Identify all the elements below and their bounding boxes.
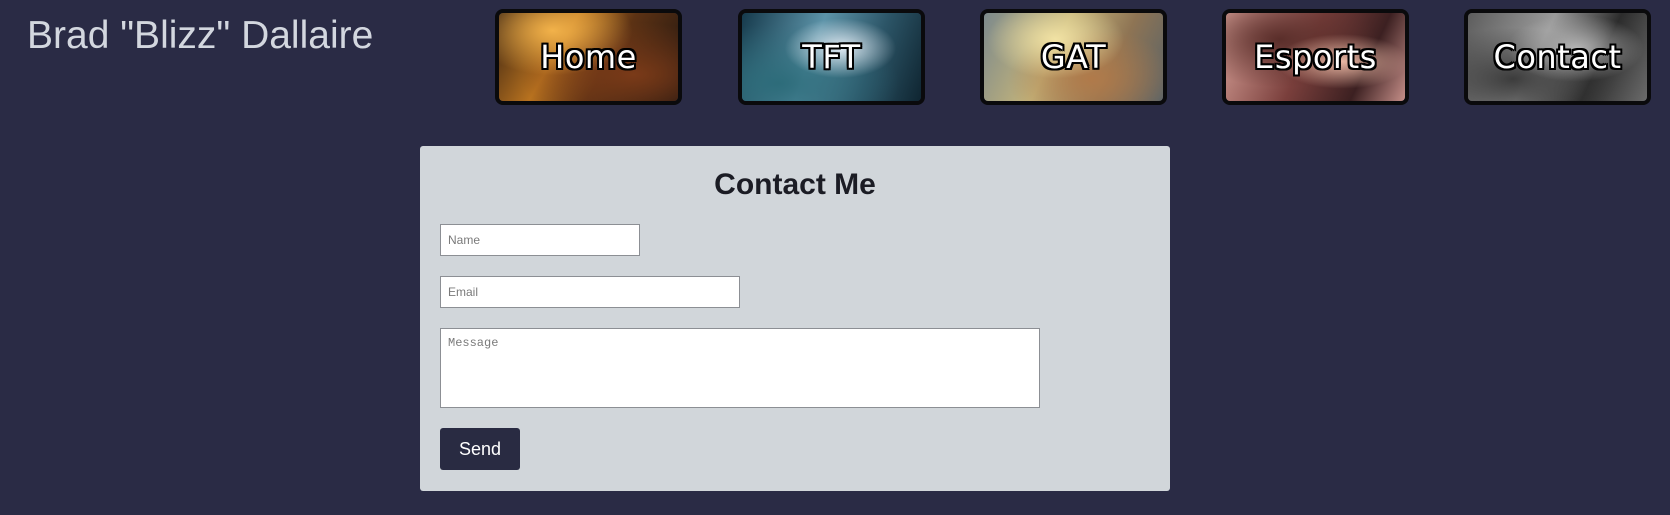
nav-tile-esports[interactable]: Esports [1222, 9, 1409, 105]
message-field[interactable] [440, 328, 1040, 408]
email-field[interactable] [440, 276, 740, 308]
site-title: Brad "Blizz" Dallaire [27, 14, 374, 57]
main-nav: Home TFT GAT Esports Contact [495, 9, 1651, 105]
nav-tile-home[interactable]: Home [495, 9, 682, 105]
contact-title: Contact Me [714, 168, 876, 201]
nav-tile-contact[interactable]: Contact [1464, 9, 1651, 105]
name-field[interactable] [440, 224, 640, 256]
contact-form-card: Contact Me Send [420, 146, 1170, 491]
nav-label-tft: TFT [802, 38, 861, 76]
nav-tile-tft[interactable]: TFT [738, 9, 925, 105]
nav-tile-gat[interactable]: GAT [980, 9, 1167, 105]
nav-label-contact: Contact [1493, 38, 1622, 76]
nav-label-esports: Esports [1254, 38, 1377, 76]
nav-label-home: Home [540, 38, 637, 76]
nav-label-gat: GAT [1040, 38, 1107, 76]
send-button[interactable]: Send [440, 428, 520, 470]
